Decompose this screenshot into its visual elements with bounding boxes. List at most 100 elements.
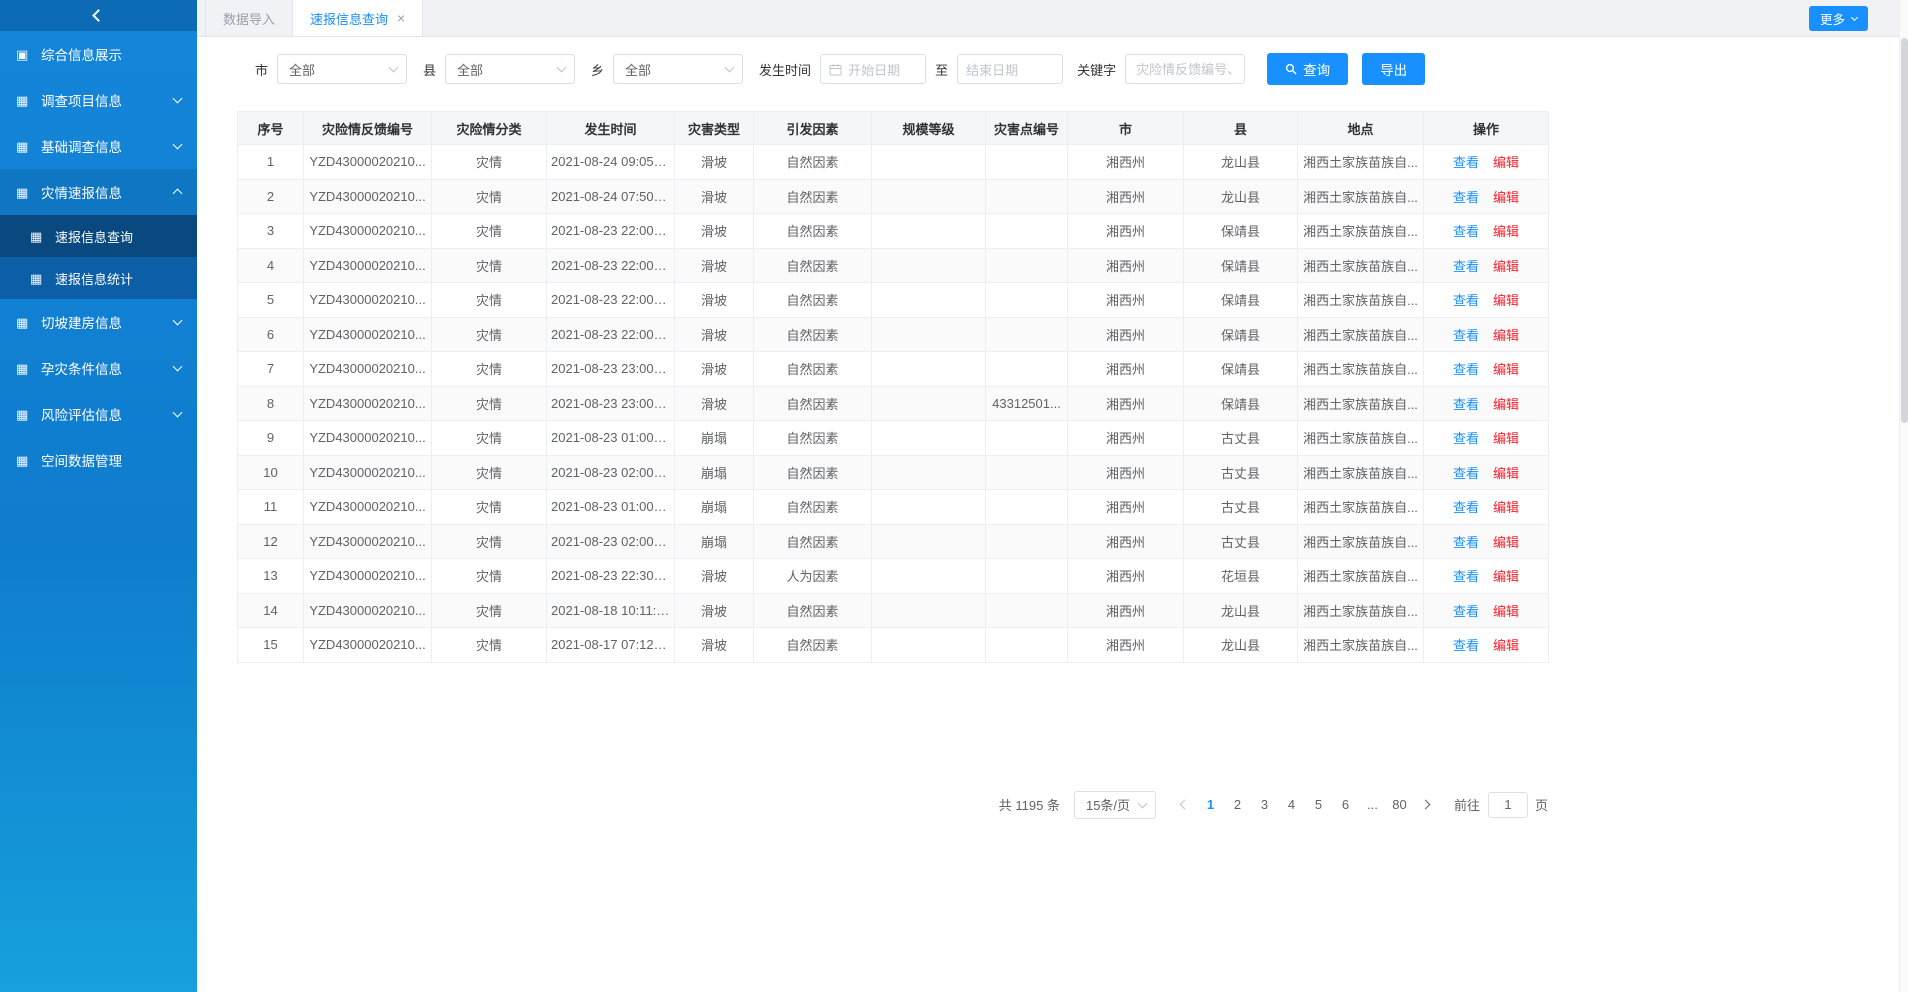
next-page-button[interactable] xyxy=(1413,801,1438,808)
tab-data-import[interactable]: 数据导入 xyxy=(205,0,293,36)
sidebar-item-comprehensive-info-display[interactable]: ▣综合信息展示 xyxy=(0,31,197,77)
view-link[interactable]: 查看 xyxy=(1453,569,1479,584)
query-button[interactable]: 查询 xyxy=(1267,53,1348,85)
table-row: 5YZD43000020210...灾情2021-08-23 22:00:00滑… xyxy=(238,283,1549,318)
cell-city: 湘西州 xyxy=(1068,214,1184,249)
end-date-input[interactable]: 结束日期 xyxy=(957,54,1063,84)
table-icon: ▦ xyxy=(16,186,33,199)
start-date-input[interactable]: 开始日期 xyxy=(820,54,926,84)
view-link[interactable]: 查看 xyxy=(1453,224,1479,239)
prev-page-button[interactable] xyxy=(1172,801,1197,808)
cell-county: 保靖县 xyxy=(1184,386,1298,421)
sidebar-item-report-info-stats[interactable]: ▦速报信息统计 xyxy=(0,257,197,299)
edit-link[interactable]: 编辑 xyxy=(1493,190,1519,205)
page-button-5[interactable]: 5 xyxy=(1305,797,1332,812)
cell-occur_time: 2021-08-23 01:00:00 xyxy=(547,421,675,456)
edit-link[interactable]: 编辑 xyxy=(1493,466,1519,481)
county-select[interactable]: 全部 xyxy=(445,54,575,84)
cell-point_no xyxy=(986,524,1068,559)
view-link[interactable]: 查看 xyxy=(1453,259,1479,274)
cell-category: 灾情 xyxy=(432,490,547,525)
view-link[interactable]: 查看 xyxy=(1453,362,1479,377)
sidebar-item-slope-housing-info[interactable]: ▦切坡建房信息 xyxy=(0,299,197,345)
cell-scale xyxy=(872,248,986,283)
sidebar-collapse-button[interactable] xyxy=(0,0,197,31)
view-link[interactable]: 查看 xyxy=(1453,604,1479,619)
edit-link[interactable]: 编辑 xyxy=(1493,604,1519,619)
cell-point_no xyxy=(986,214,1068,249)
sidebar-item-hazard-condition-info[interactable]: ▦孕灾条件信息 xyxy=(0,345,197,391)
cell-category: 灾情 xyxy=(432,524,547,559)
cell-scale xyxy=(872,559,986,594)
edit-link[interactable]: 编辑 xyxy=(1493,155,1519,170)
page-button-6[interactable]: 6 xyxy=(1332,797,1359,812)
sidebar-item-survey-project-info[interactable]: ▦调查项目信息 xyxy=(0,77,197,123)
view-link[interactable]: 查看 xyxy=(1453,190,1479,205)
dashboard-icon: ▣ xyxy=(16,48,33,61)
view-link[interactable]: 查看 xyxy=(1453,328,1479,343)
cell-category: 灾情 xyxy=(432,145,547,180)
page-button-4[interactable]: 4 xyxy=(1278,797,1305,812)
cell-actions: 查看编辑 xyxy=(1424,283,1549,318)
cell-cause: 自然因素 xyxy=(754,490,872,525)
sidebar-item-label: 风险评估信息 xyxy=(41,404,174,424)
goto-page-input[interactable] xyxy=(1488,792,1528,818)
cell-feedback_no: YZD43000020210... xyxy=(304,317,432,352)
edit-link[interactable]: 编辑 xyxy=(1493,362,1519,377)
keyword-input[interactable] xyxy=(1125,54,1245,84)
page-ellipsis[interactable]: ... xyxy=(1359,797,1386,812)
cell-county: 保靖县 xyxy=(1184,352,1298,387)
cell-point_no xyxy=(986,490,1068,525)
view-link[interactable]: 查看 xyxy=(1453,500,1479,515)
edit-link[interactable]: 编辑 xyxy=(1493,224,1519,239)
page-button-80[interactable]: 80 xyxy=(1386,797,1413,812)
scrollbar-thumb[interactable] xyxy=(1901,38,1908,423)
view-link[interactable]: 查看 xyxy=(1453,293,1479,308)
scrollbar[interactable] xyxy=(1899,0,1908,992)
cell-no: 5 xyxy=(238,283,304,318)
township-select[interactable]: 全部 xyxy=(613,54,743,84)
page-button-1[interactable]: 1 xyxy=(1197,797,1224,812)
cell-scale xyxy=(872,317,986,352)
city-select[interactable]: 全部 xyxy=(277,54,407,84)
page-size-select[interactable]: 15条/页 xyxy=(1074,791,1156,819)
cell-scale xyxy=(872,524,986,559)
sidebar-item-report-info-query[interactable]: ▦速报信息查询 xyxy=(0,215,197,257)
view-link[interactable]: 查看 xyxy=(1453,431,1479,446)
edit-link[interactable]: 编辑 xyxy=(1493,259,1519,274)
cell-location: 湘西土家族苗族自... xyxy=(1298,179,1424,214)
cell-feedback_no: YZD43000020210... xyxy=(304,248,432,283)
view-link[interactable]: 查看 xyxy=(1453,638,1479,653)
cell-scale xyxy=(872,283,986,318)
township-filter-label: 乡 xyxy=(591,60,604,79)
tab-report-info-query[interactable]: 速报信息查询× xyxy=(293,0,423,36)
sidebar-item-disaster-report-info[interactable]: ▦灾情速报信息 xyxy=(0,169,197,215)
cell-no: 12 xyxy=(238,524,304,559)
edit-link[interactable]: 编辑 xyxy=(1493,500,1519,515)
cell-county: 古丈县 xyxy=(1184,490,1298,525)
page-button-2[interactable]: 2 xyxy=(1224,797,1251,812)
sidebar-item-spatial-data-management[interactable]: ▦空间数据管理 xyxy=(0,437,197,483)
edit-link[interactable]: 编辑 xyxy=(1493,569,1519,584)
edit-link[interactable]: 编辑 xyxy=(1493,397,1519,412)
view-link[interactable]: 查看 xyxy=(1453,466,1479,481)
view-link[interactable]: 查看 xyxy=(1453,535,1479,550)
cell-occur_time: 2021-08-23 22:00:00 xyxy=(547,248,675,283)
edit-link[interactable]: 编辑 xyxy=(1493,638,1519,653)
sidebar-item-risk-assessment-info[interactable]: ▦风险评估信息 xyxy=(0,391,197,437)
edit-link[interactable]: 编辑 xyxy=(1493,293,1519,308)
sidebar-item-basic-survey-info[interactable]: ▦基础调查信息 xyxy=(0,123,197,169)
close-icon[interactable]: × xyxy=(397,11,405,25)
edit-link[interactable]: 编辑 xyxy=(1493,535,1519,550)
more-button[interactable]: 更多 xyxy=(1809,6,1868,31)
page-button-3[interactable]: 3 xyxy=(1251,797,1278,812)
view-link[interactable]: 查看 xyxy=(1453,397,1479,412)
view-link[interactable]: 查看 xyxy=(1453,155,1479,170)
export-button[interactable]: 导出 xyxy=(1362,53,1425,85)
column-header: 市 xyxy=(1068,112,1184,145)
edit-link[interactable]: 编辑 xyxy=(1493,328,1519,343)
cell-category: 灾情 xyxy=(432,283,547,318)
cell-occur_time: 2021-08-24 07:50:00 xyxy=(547,179,675,214)
cell-occur_time: 2021-08-23 22:00:00 xyxy=(547,317,675,352)
edit-link[interactable]: 编辑 xyxy=(1493,431,1519,446)
